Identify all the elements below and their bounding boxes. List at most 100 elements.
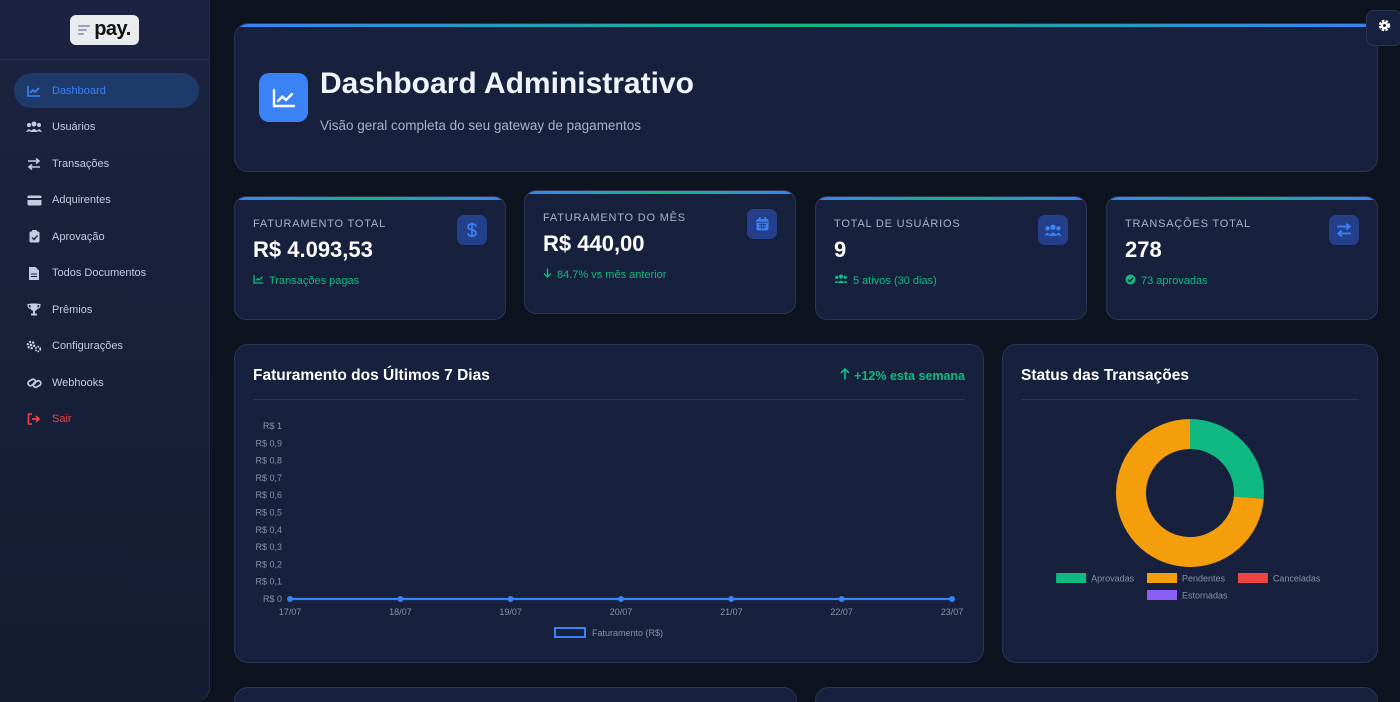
stat-note: Transações pagas [253,274,359,287]
users-icon [834,274,848,287]
link-icon [26,376,42,390]
bottom-card-right [815,687,1378,702]
arrows-exchange-icon [1329,215,1359,245]
stat-label: FATURAMENTO DO MÊS [543,212,686,224]
logo[interactable]: pay. [70,14,139,45]
arrow-down-icon [543,268,552,281]
x-tick-label: 20/07 [610,607,633,617]
stat-label: FATURAMENTO TOTAL [253,218,386,230]
legend-swatch [1147,590,1177,600]
stat-note-text: 84.7% vs mês anterior [557,268,667,281]
chart-line-icon [253,274,264,287]
credit-card-icon [26,193,42,207]
cogs-icon [26,339,42,353]
stat-note: 5 ativos (30 dias) [834,274,937,287]
x-tick-label: 21/07 [720,607,743,617]
data-point [838,596,845,602]
stat-note-text: 73 aprovadas [1141,275,1208,287]
stat-card-total-usuarios: TOTAL DE USUÁRIOS 9 5 ativos (30 dias) [815,196,1087,320]
accent-strip [816,197,1086,200]
sidebar-item-label: Todos Documentos [52,267,147,279]
revenue-line-chart[interactable]: R$ 0 R$ 0,1 R$ 0,2 R$ 0,3 R$ 0,4 R$ 0,5 R$ 0,6… [235,345,984,645]
sidebar-item-label: Adquirentes [52,194,111,206]
y-tick-label: R$ 0,9 [255,438,282,448]
stat-note: 73 aprovadas [1125,274,1208,288]
sidebar-item-label: Dashboard [52,84,106,97]
x-tick-label: 22/07 [830,607,853,617]
sidebar: pay. Dashboard Usuários Transações Adqui… [0,0,210,702]
y-tick-label: R$ 1 [263,421,282,431]
stat-label: TRANSAÇÕES TOTAL [1125,218,1251,230]
check-circle-icon [1125,274,1136,288]
page-title: Dashboard Administrativo [320,67,694,100]
file-icon [26,266,42,280]
sidebar-item-dashboard[interactable]: Dashboard [14,73,199,108]
x-tick-label: 23/07 [941,607,964,617]
arrows-exchange-icon [26,157,42,171]
calendar-icon [747,209,777,239]
y-tick-label: R$ 0,2 [255,559,282,569]
sidebar-item-usuarios[interactable]: Usuários [14,110,199,145]
data-point [618,596,624,602]
stat-label: TOTAL DE USUÁRIOS [834,218,961,230]
legend-label: Pendentes [1182,574,1226,584]
sidebar-item-label: Configurações [52,340,123,352]
accent-strip [1107,197,1377,200]
y-tick-label: R$ 0 [263,594,282,604]
sidebar-item-label: Sair [52,413,72,425]
sidebar-item-webhooks[interactable]: Webhooks [14,365,199,400]
legend-swatch [1237,573,1268,583]
sidebar-item-label: Transações [52,157,110,170]
sidebar-item-transacoes[interactable]: Transações [14,146,199,181]
legend-label: Canceladas [1273,574,1321,584]
legend-swatch [1147,573,1177,583]
sidebar-item-sair[interactable]: Sair [14,402,199,437]
x-tick-label: 18/07 [389,607,412,617]
data-point [949,596,955,602]
legend-swatch [554,627,586,638]
chart-line-icon [26,84,42,98]
sidebar-item-premios[interactable]: Prêmios [14,292,199,327]
logo-text: pay. [94,17,131,40]
accent-strip [525,191,795,194]
sidebar-item-aprovacao[interactable]: Aprovação [14,219,199,254]
legend-swatch [1056,573,1087,583]
y-tick-label: R$ 0,3 [255,542,282,552]
sidebar-item-configuracoes[interactable]: Configurações [14,329,199,364]
y-tick-label: R$ 0,7 [255,473,282,483]
page-subtitle: Visão geral completa do seu gateway de p… [320,118,641,133]
y-tick-label: R$ 0,4 [255,525,282,535]
stat-value: 9 [834,237,847,262]
clipboard-check-icon [26,230,42,244]
legend-label: Aprovadas [1091,574,1135,584]
data-point [397,596,404,602]
stat-card-faturamento-mes: FATURAMENTO DO MÊS R$ 440,00 84.7% vs mê… [524,190,796,314]
gear-icon [1377,18,1392,38]
sidebar-item-label: Webhooks [52,376,104,389]
y-tick-label: R$ 0,6 [255,490,282,500]
users-icon [1038,215,1068,245]
sidebar-item-label: Prêmios [52,303,93,316]
stat-card-faturamento-total: FATURAMENTO TOTAL R$ 4.093,53 Transações… [234,196,506,320]
dollar-icon [457,215,487,245]
accent-strip [235,197,505,200]
sidebar-nav: Dashboard Usuários Transações Adquirente… [0,60,209,437]
bottom-card-left [234,687,797,702]
y-tick-label: R$ 0,8 [255,456,282,466]
data-point [728,596,735,602]
settings-button[interactable] [1366,10,1400,46]
stat-card-transacoes-total: TRANSAÇÕES TOTAL 278 73 aprovadas [1106,196,1378,320]
dashboard-header-card: Dashboard Administrativo Visão geral com… [234,23,1378,172]
stat-note-text: 5 ativos (30 dias) [853,274,937,287]
stat-value: 278 [1125,237,1162,262]
logo-mark-icon [78,22,92,36]
legend-label: Estornadas [1182,591,1228,601]
y-tick-label: R$ 0,5 [255,508,282,518]
x-tick-label: 17/07 [279,607,302,617]
y-tick-label: R$ 0,1 [255,577,282,587]
sidebar-item-label: Usuários [52,121,96,133]
stat-value: R$ 4.093,53 [253,237,373,262]
transaction-status-donut-chart[interactable]: Aprovadas Pendentes Canceladas Estornadas [1003,345,1378,645]
sidebar-item-adquirentes[interactable]: Adquirentes [14,183,199,218]
sidebar-item-documentos[interactable]: Todos Documentos [14,256,199,291]
